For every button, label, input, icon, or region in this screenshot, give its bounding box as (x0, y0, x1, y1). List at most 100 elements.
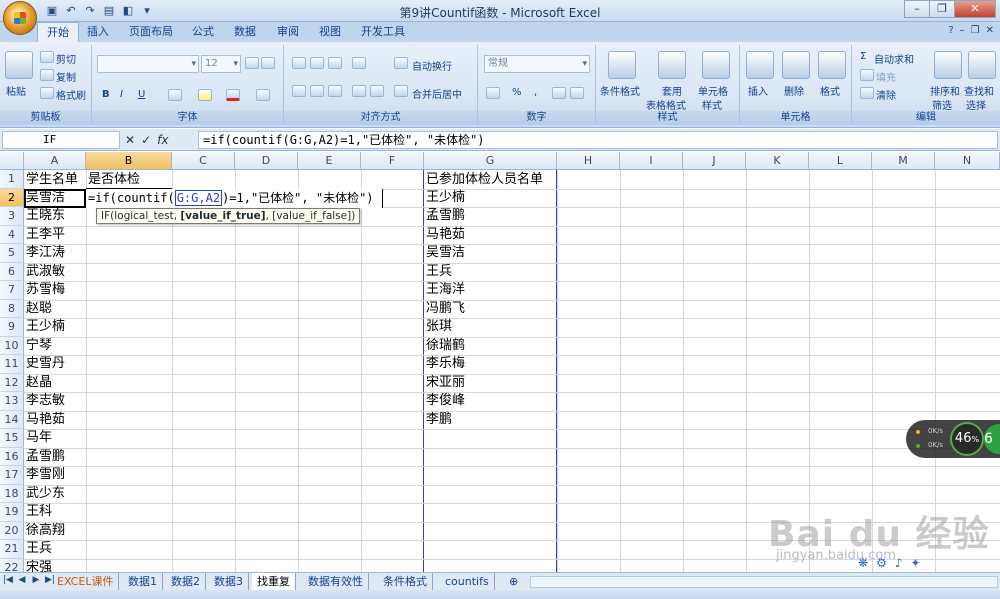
sheet-tab-data1[interactable]: 数据1 (123, 573, 163, 590)
tab-developer[interactable]: 开发工具 (352, 22, 414, 42)
row-header[interactable]: 18 (0, 484, 24, 503)
row-header[interactable]: 4 (0, 225, 24, 244)
cell-column-a[interactable]: 王李平 (24, 226, 65, 244)
tray-icon-1[interactable]: ❋ (858, 556, 868, 570)
cell-column-g[interactable]: 王兵 (424, 263, 452, 281)
font-size-select[interactable]: 12 (201, 55, 241, 73)
column-header-k[interactable]: K (746, 152, 809, 170)
row-header[interactable]: 1 (0, 170, 24, 189)
copy-button[interactable]: 复制 (56, 69, 76, 84)
enter-icon[interactable]: ✓ (141, 133, 151, 147)
tooltip-current-arg[interactable]: [value_if_true] (180, 210, 265, 222)
tab-data[interactable]: 数据 (225, 22, 265, 42)
bold-button[interactable]: B (102, 89, 110, 100)
cell-column-g[interactable]: 马艳茹 (424, 226, 465, 244)
column-header-n[interactable]: N (935, 152, 1000, 170)
cell-column-a[interactable]: 马艳茹 (24, 411, 65, 429)
cell-column-a[interactable]: 李雪刚 (24, 466, 65, 484)
find-select-icon[interactable] (968, 51, 996, 79)
copy-icon[interactable] (40, 69, 54, 81)
cell-styles-icon[interactable] (702, 51, 730, 79)
insert-cells-button[interactable]: 插入 (748, 83, 768, 98)
cancel-icon[interactable]: ✕ (125, 133, 135, 147)
prev-sheet-icon[interactable]: ◀ (16, 575, 28, 585)
row-header[interactable]: 22 (0, 558, 24, 572)
italic-button[interactable]: I (120, 89, 123, 100)
cell-column-a[interactable]: 史雪丹 (24, 355, 65, 373)
row-header[interactable]: 8 (0, 299, 24, 318)
cell-column-g[interactable]: 李鹏 (424, 411, 452, 429)
align-left-icon[interactable] (292, 85, 306, 97)
paste-icon[interactable] (5, 51, 33, 79)
cell-column-a[interactable]: 王晓东 (24, 207, 65, 225)
cell-column-g[interactable]: 李俊峰 (424, 392, 465, 410)
sheet-tab-data2[interactable]: 数据2 (166, 573, 206, 590)
row-header[interactable]: 9 (0, 318, 24, 337)
column-header-b[interactable]: B (86, 152, 172, 170)
column-header-f[interactable]: F (361, 152, 424, 170)
tray-icon-4[interactable]: ✦ (911, 556, 921, 570)
insert-cells-icon[interactable] (746, 51, 774, 79)
row-header[interactable]: 13 (0, 392, 24, 411)
cut-icon[interactable] (40, 51, 54, 63)
delete-cells-button[interactable]: 删除 (784, 83, 804, 98)
tray-icon-3[interactable]: ♪ (895, 556, 903, 570)
align-center-icon[interactable] (310, 85, 324, 97)
border-icon[interactable] (168, 89, 182, 101)
cell-column-a[interactable]: 宁琴 (24, 337, 52, 355)
table-format-button-line2[interactable]: 表格格式 (646, 97, 686, 112)
cell-column-g[interactable]: 吴雪洁 (424, 244, 465, 262)
ribbon-restore-icon[interactable]: ❐ (971, 25, 980, 36)
tab-review[interactable]: 审阅 (268, 22, 308, 42)
table-format-button-line1[interactable]: 套用 (662, 83, 682, 98)
table-format-icon[interactable] (658, 51, 686, 79)
cell-column-a[interactable]: 孟雪鹏 (24, 448, 65, 466)
sheet-tab-excel-courseware[interactable]: EXCEL课件 (52, 573, 120, 590)
cell-column-a[interactable]: 马年 (24, 429, 52, 447)
cell-column-g[interactable]: 宋亚丽 (424, 374, 465, 392)
cell-b1[interactable]: 是否体检 (86, 171, 140, 189)
cell-column-g[interactable]: 徐瑞鹤 (424, 337, 465, 355)
find-select-line1[interactable]: 查找和 (964, 83, 994, 98)
cell-b2-editor[interactable]: =if(countif(G:G,A2)=1,"已体检", "未体检") (86, 189, 383, 208)
new-sheet-icon[interactable]: ⊕ (504, 573, 523, 590)
cell-column-a[interactable]: 宋强 (24, 559, 52, 573)
clear-button[interactable]: 清除 (876, 87, 896, 102)
percent-button[interactable]: % (512, 87, 522, 98)
active-cell-a2[interactable] (24, 189, 86, 208)
cell-column-a[interactable]: 李志敏 (24, 392, 65, 410)
cell-column-a[interactable]: 王科 (24, 503, 52, 521)
column-header-a[interactable]: A (24, 152, 86, 170)
tooltip-rest[interactable]: , [value_if_false]) (266, 210, 356, 222)
office-button[interactable] (3, 1, 37, 35)
currency-icon[interactable] (486, 87, 500, 99)
sort-filter-line2[interactable]: 筛选 (932, 97, 952, 112)
cell-g1[interactable]: 已参加体检人员名单 (424, 171, 543, 189)
align-middle-icon[interactable] (310, 57, 324, 69)
row-header[interactable]: 16 (0, 447, 24, 466)
cell-column-g[interactable]: 李乐梅 (424, 355, 465, 373)
column-header-d[interactable]: D (235, 152, 298, 170)
minimize-button[interactable]: – (904, 0, 930, 18)
row-header[interactable]: 6 (0, 262, 24, 281)
format-painter-icon[interactable] (40, 87, 54, 99)
row-header[interactable]: 3 (0, 207, 24, 226)
cell-column-a[interactable]: 赵聪 (24, 300, 52, 318)
shrink-font-icon[interactable] (261, 57, 275, 69)
column-header-i[interactable]: I (620, 152, 683, 170)
cell-column-a[interactable]: 李江涛 (24, 244, 65, 262)
row-header[interactable]: 15 (0, 429, 24, 448)
tab-page-layout[interactable]: 页面布局 (120, 22, 182, 42)
tray-icon-2[interactable]: ⚙ (876, 556, 887, 570)
ribbon-minimize-icon[interactable]: – (960, 25, 965, 36)
row-header[interactable]: 11 (0, 355, 24, 374)
name-box[interactable]: IF (2, 131, 120, 149)
formula-input[interactable]: =if(countif(G:G,A2)=1,"已体检", "未体检") (198, 131, 998, 149)
font-color-icon[interactable] (226, 89, 240, 101)
align-bottom-icon[interactable] (328, 57, 342, 69)
cell-column-a[interactable]: 武淑敏 (24, 263, 65, 281)
row-header[interactable]: 5 (0, 244, 24, 263)
phonetic-icon[interactable] (256, 89, 270, 101)
cell-styles-button-line1[interactable]: 单元格 (698, 83, 728, 98)
sheet-tab-countifs[interactable]: countifs (440, 573, 495, 590)
